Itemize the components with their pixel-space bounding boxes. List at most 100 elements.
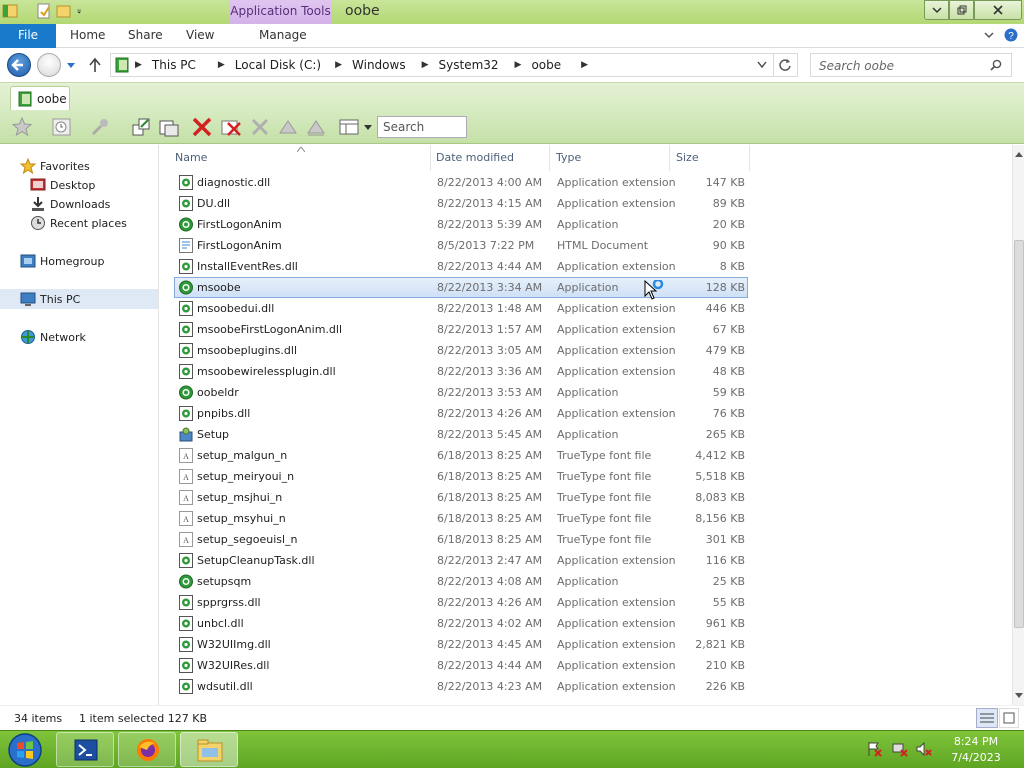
up-arrow-icon[interactable] <box>88 57 102 73</box>
nav-this-pc[interactable]: This PC <box>0 289 158 309</box>
table-row[interactable]: Asetup_malgun_n 6/18/2013 8:25 AM TrueType… <box>174 445 748 466</box>
table-row[interactable]: diagnostic.dll 8/22/2013 4:00 AM Applicati… <box>174 172 748 193</box>
nav-network[interactable]: Network <box>20 328 86 346</box>
close-button[interactable] <box>974 0 1022 20</box>
file-size: 8,083 KB <box>695 491 745 504</box>
table-row[interactable]: W32UIImg.dll 8/22/2013 4:45 AM Application… <box>174 634 748 655</box>
breadcrumb-separator[interactable]: ▶ <box>200 60 231 70</box>
sort-icon[interactable] <box>304 115 328 139</box>
vertical-scrollbar[interactable] <box>1012 145 1024 705</box>
move-icon[interactable] <box>276 115 300 139</box>
tab-share[interactable]: Share <box>128 24 163 48</box>
taskbar-powershell[interactable] <box>56 732 114 767</box>
table-row[interactable]: pnpibs.dll 8/22/2013 4:26 AM Application e… <box>174 403 748 424</box>
nav-desktop[interactable]: Desktop <box>30 176 95 194</box>
table-row[interactable]: InstallEventRes.dll 8/22/2013 4:44 AM Appl… <box>174 256 748 277</box>
folder-tab-oobe[interactable]: oobe <box>10 86 70 111</box>
delete-permanently-icon[interactable] <box>219 115 243 139</box>
table-row[interactable]: FirstLogonAnim 8/5/2013 7:22 PM HTML Docum… <box>174 235 748 256</box>
breadcrumb-this-pc[interactable]: This PC <box>148 58 200 72</box>
table-row[interactable]: W32UIRes.dll 8/22/2013 4:44 AM Application… <box>174 655 748 676</box>
taskbar-file-explorer[interactable] <box>180 732 238 767</box>
delete-icon[interactable] <box>190 115 214 139</box>
scrollbar-thumb[interactable] <box>1014 240 1024 628</box>
table-row[interactable]: SetupCleanupTask.dll 8/22/2013 2:47 AM App… <box>174 550 748 571</box>
volume-muted-icon[interactable] <box>916 741 932 757</box>
table-row[interactable]: Asetup_segoeuisl_n 6/18/2013 8:25 AM TrueT… <box>174 529 748 550</box>
address-dropdown-icon[interactable] <box>757 61 767 69</box>
breadcrumb-separator[interactable]: ▶ <box>565 60 594 70</box>
tab-file[interactable]: File <box>0 24 56 48</box>
cut-icon[interactable] <box>248 115 272 139</box>
recent-locations-icon[interactable] <box>66 62 76 70</box>
large-icons-icon <box>1003 712 1015 724</box>
tab-view[interactable]: View <box>186 24 214 48</box>
scroll-down-icon[interactable] <box>1015 693 1023 699</box>
table-row[interactable]: msoobewirelessplugin.dll 8/22/2013 3:36 A… <box>174 361 748 382</box>
file-name: msoobeplugins.dll <box>197 344 297 357</box>
table-row[interactable]: FirstLogonAnim 8/22/2013 5:39 AM Applicati… <box>174 214 748 235</box>
search-icon[interactable] <box>990 59 1002 71</box>
layout-dropdown-icon[interactable] <box>364 125 372 131</box>
back-button[interactable] <box>7 53 31 77</box>
toolbar-search-input[interactable]: Search <box>377 116 467 138</box>
tab-home[interactable]: Home <box>70 24 105 48</box>
maximize-button[interactable] <box>949 0 974 20</box>
folder-icon[interactable] <box>2 3 18 19</box>
breadcrumb-windows[interactable]: Windows <box>348 58 410 72</box>
column-header-type[interactable]: Type <box>550 145 670 171</box>
dll-file-icon <box>179 343 193 358</box>
scroll-up-icon[interactable] <box>1015 151 1023 157</box>
file-type: Application extension <box>557 344 676 357</box>
table-row[interactable]: Asetup_msjhui_n 6/18/2013 8:25 AM TrueType… <box>174 487 748 508</box>
history-icon[interactable] <box>50 115 74 139</box>
forward-button[interactable] <box>37 53 61 77</box>
table-row[interactable]: Setup 8/22/2013 5:45 AM Application 265 KB <box>174 424 748 445</box>
breadcrumb-separator[interactable]: ▶ <box>503 60 528 70</box>
details-view-button[interactable] <box>976 708 998 728</box>
table-row[interactable]: spprgrss.dll 8/22/2013 4:26 AM Application… <box>174 592 748 613</box>
expand-ribbon-icon[interactable] <box>984 28 994 42</box>
taskbar-firefox[interactable] <box>118 732 176 767</box>
search-input[interactable]: Search oobe <box>810 53 1012 77</box>
star-icon[interactable] <box>10 115 34 139</box>
breadcrumb-local-disk[interactable]: Local Disk (C:) <box>231 58 325 72</box>
start-button[interactable] <box>4 732 46 768</box>
table-row[interactable]: msoobeplugins.dll 8/22/2013 3:05 AM Applic… <box>174 340 748 361</box>
copy-path-icon[interactable] <box>129 115 153 139</box>
column-header-date[interactable]: Date modified <box>430 145 550 171</box>
duplicate-icon[interactable] <box>157 115 181 139</box>
network-status-icon[interactable] <box>892 741 908 757</box>
large-icons-view-button[interactable] <box>999 708 1019 728</box>
breadcrumb-oobe[interactable]: oobe <box>527 58 565 72</box>
help-icon[interactable]: ? <box>1004 28 1018 42</box>
table-row[interactable]: oobeldr 8/22/2013 3:53 AM Application 59 KB <box>174 382 748 403</box>
layout-icon[interactable] <box>338 115 362 139</box>
table-row[interactable]: msoobeFirstLogonAnim.dll 8/22/2013 1:57 A… <box>174 319 748 340</box>
breadcrumb-system32[interactable]: System32 <box>435 58 503 72</box>
nav-homegroup[interactable]: Homegroup <box>20 252 104 270</box>
tab-manage[interactable]: Manage <box>259 24 307 48</box>
properties-icon[interactable] <box>36 3 52 19</box>
nav-favorites[interactable]: Favorites <box>20 157 90 175</box>
nav-downloads[interactable]: Downloads <box>30 195 110 213</box>
action-center-icon[interactable] <box>866 741 882 757</box>
tools-icon[interactable] <box>88 115 112 139</box>
table-row[interactable]: DU.dll 8/22/2013 4:15 AM Application exten… <box>174 193 748 214</box>
refresh-button[interactable] <box>774 53 798 77</box>
minimize-button[interactable] <box>924 0 949 20</box>
breadcrumb-separator[interactable]: ▶ <box>410 60 435 70</box>
address-bar[interactable]: ▶ This PC ▶ Local Disk (C:) ▶ Windows ▶ … <box>110 53 774 77</box>
nav-recent-places[interactable]: Recent places <box>30 214 127 232</box>
table-row[interactable]: Asetup_meiryoui_n 6/18/2013 8:25 AM TrueTy… <box>174 466 748 487</box>
table-row[interactable]: setupsqm 8/22/2013 4:08 AM Application 25 K… <box>174 571 748 592</box>
table-row[interactable]: unbcl.dll 8/22/2013 4:02 AM Application ex… <box>174 613 748 634</box>
new-folder-icon[interactable] <box>56 3 72 19</box>
column-header-size[interactable]: Size <box>670 145 750 171</box>
breadcrumb-separator[interactable]: ▶ <box>325 60 348 70</box>
system-clock[interactable]: 8:24 PM 7/4/2023 <box>940 734 1012 766</box>
table-row[interactable]: Asetup_msyhui_n 6/18/2013 8:25 AM TrueType… <box>174 508 748 529</box>
table-row[interactable]: wdsutil.dll 8/22/2013 4:23 AM Application … <box>174 676 748 697</box>
customize-qat-icon[interactable] <box>76 3 86 19</box>
breadcrumb-separator[interactable]: ▶ <box>129 60 148 70</box>
